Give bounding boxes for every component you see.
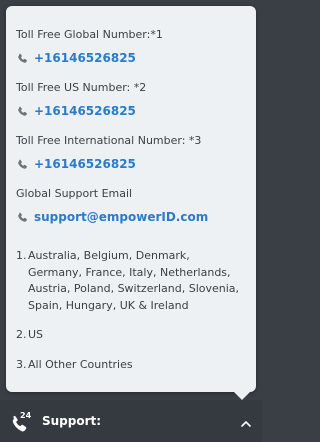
- contact-international-number: Toll Free International Number: *3 +1614…: [16, 134, 246, 171]
- contact-label: Global Support Email: [16, 187, 133, 200]
- phone-icon: [16, 211, 28, 223]
- contact-global-number: Toll Free Global Number:*1 +16146526825: [16, 28, 246, 65]
- contact-label: Toll Free International Number: *3: [16, 134, 202, 147]
- list-item: 2. US: [16, 327, 246, 344]
- phone-icon: [16, 52, 28, 64]
- list-item-text: Australia, Belgium, Denmark, Germany, Fr…: [28, 249, 240, 312]
- list-item-number: 3.: [16, 357, 27, 371]
- region-footnote-list: 1. Australia, Belgium, Denmark, Germany,…: [16, 248, 246, 373]
- contact-us-number: Toll Free US Number: *2 +16146526825: [16, 81, 246, 118]
- international-phone-link[interactable]: +16146526825: [34, 157, 136, 171]
- chevron-up-icon[interactable]: [240, 415, 252, 427]
- list-item-number: 2.: [16, 328, 27, 341]
- contact-label: Toll Free Global Number:*1: [16, 28, 163, 41]
- contact-support-email: Global Support Email support@empowerID.c…: [16, 187, 246, 224]
- list-item: 1. Australia, Belgium, Denmark, Germany,…: [16, 248, 246, 314]
- contact-label: Toll Free US Number: *2: [16, 81, 147, 94]
- list-item-text: All Other Countries: [28, 357, 133, 371]
- support-email-link[interactable]: support@empowerID.com: [34, 210, 208, 224]
- list-item-number: 1.: [16, 249, 27, 262]
- support-label: Support:: [42, 414, 102, 428]
- list-item: 3. All Other Countries: [16, 357, 246, 374]
- support-popup: Toll Free Global Number:*1 +16146526825 …: [6, 6, 256, 400]
- support-24-phone-icon: 24: [10, 410, 32, 432]
- phone-icon: [16, 158, 28, 170]
- svg-text:24: 24: [20, 411, 32, 420]
- us-phone-link[interactable]: +16146526825: [34, 104, 136, 118]
- global-phone-link[interactable]: +16146526825: [34, 51, 136, 65]
- support-footer-bar[interactable]: 24 Support:: [0, 400, 262, 442]
- phone-icon: [16, 105, 28, 117]
- list-item-text: US: [28, 328, 44, 341]
